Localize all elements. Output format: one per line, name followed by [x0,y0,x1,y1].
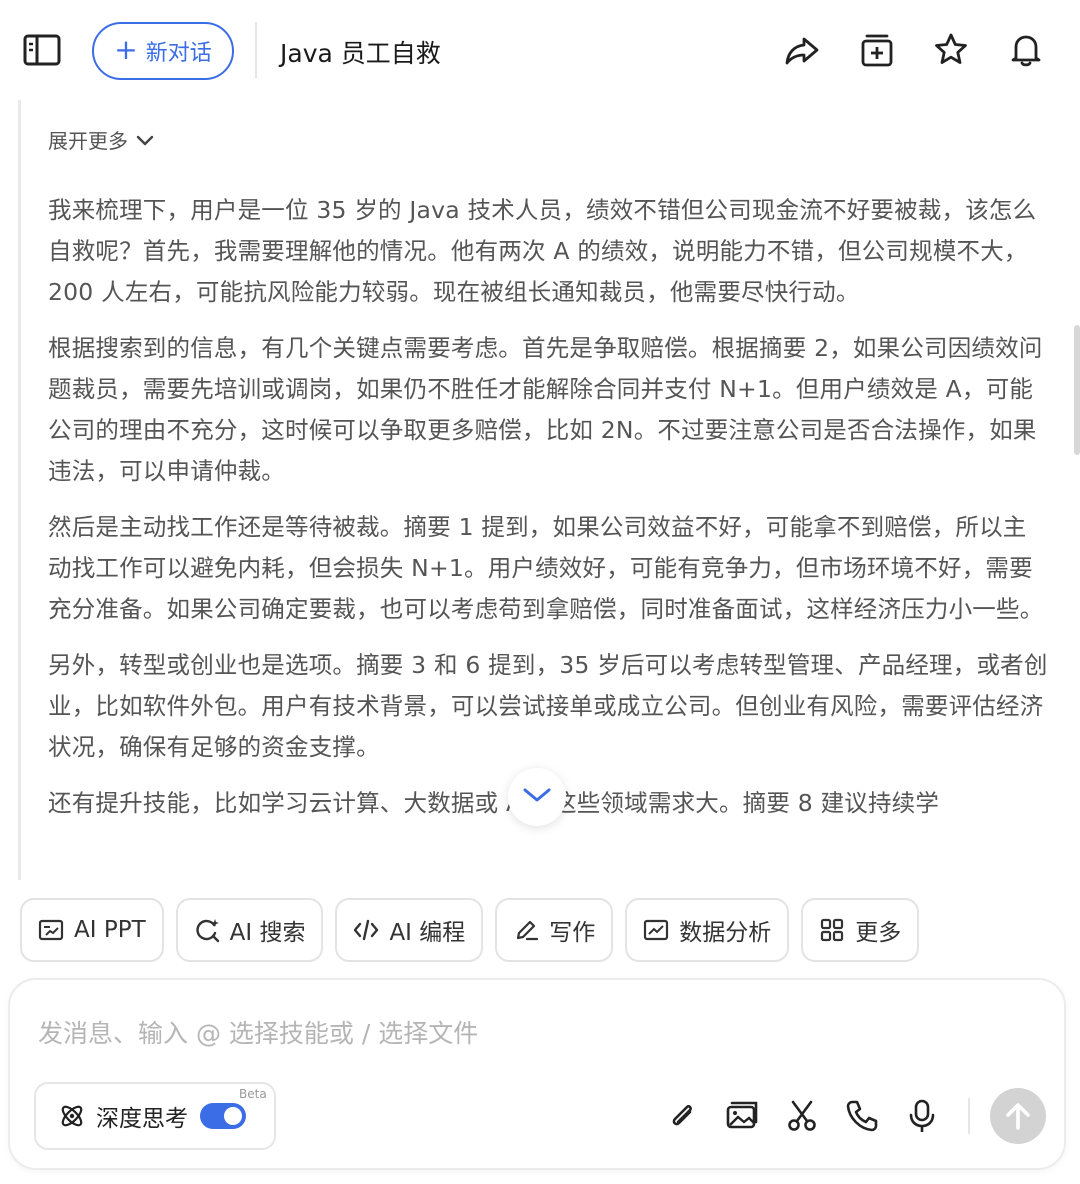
star-icon[interactable] [931,30,971,70]
skill-label: AI PPT [74,917,146,943]
scrollbar[interactable] [1074,325,1080,455]
phone-icon[interactable] [844,1098,880,1134]
skill-label: AI 搜索 [229,920,306,946]
add-to-collection-icon[interactable] [857,30,897,70]
code-icon [354,919,379,941]
message-input[interactable]: 发消息、输入 @ 选择技能或 / 选择文件 [38,1014,478,1050]
ppt-icon [38,919,64,941]
paragraph: 根据搜索到的信息，有几个关键点需要考虑。首先是争取赔偿。根据摘要 2，如果公司因… [48,334,1043,485]
skill-label: AI 编程 [389,920,466,946]
skill-bar: AI PPT AI 搜索 AI 编程 写作 数据分析 更多 [20,898,920,964]
toolbar-divider [968,1098,970,1134]
paragraph: 另外，转型或创业也是选项。摘要 3 和 6 提到，35 岁后可以考虑转型管理、产… [48,651,1048,761]
deep-think-toggle[interactable]: Beta 深度思考 [34,1082,276,1150]
skill-ai-search[interactable]: AI 搜索 [175,898,324,962]
pen-icon [517,920,539,941]
chevron-down-icon [136,128,154,152]
microphone-icon[interactable] [904,1098,940,1134]
header-divider [255,22,257,78]
chevron-down-icon [522,786,552,808]
share-icon[interactable] [782,30,822,70]
skill-more[interactable]: 更多 [801,898,920,962]
scissors-icon[interactable] [784,1098,820,1134]
paragraph: 我来梳理下，用户是一位 35 岁的 Java 技术人员，绩效不错但公司现金流不好… [48,196,1037,306]
chart-icon [644,919,669,941]
scroll-to-bottom-button[interactable] [508,768,566,826]
skill-ai-ppt[interactable]: AI PPT [20,898,164,962]
grid-icon [821,918,844,942]
message-composer: 发消息、输入 @ 选择技能或 / 选择文件 Beta 深度思考 [8,978,1066,1170]
send-button[interactable] [990,1088,1046,1144]
image-icon[interactable] [724,1098,760,1134]
skill-ai-coding[interactable]: AI 编程 [335,898,484,962]
atom-icon [61,1105,83,1127]
attach-icon[interactable] [664,1098,700,1134]
chat-title: Java 员工自救 [280,39,441,68]
skill-label: 更多 [855,920,902,946]
paragraph: 然后是主动找工作还是等待被裁。摘要 1 提到，如果公司效益不好，可能拿不到赔偿，… [48,513,1044,623]
search-icon [196,919,219,943]
reasoning-text: 我来梳理下，用户是一位 35 岁的 Java 技术人员，绩效不错但公司现金流不好… [48,190,1048,839]
expand-more-label: 展开更多 [48,129,128,153]
skill-data-analysis[interactable]: 数据分析 [625,898,790,962]
sidebar-toggle-icon[interactable] [22,32,62,68]
expand-more-button[interactable]: 展开更多 [48,125,154,154]
bell-icon[interactable] [1006,30,1046,70]
top-header: + 新对话 Java 员工自救 [0,0,1080,100]
reasoning-panel: 展开更多 我来梳理下，用户是一位 35 岁的 Java 技术人员，绩效不错但公司… [0,100,1080,880]
skill-label: 数据分析 [679,920,772,946]
deep-think-label: 深度思考 [96,1106,188,1132]
new-chat-label: 新对话 [145,41,212,66]
toggle-switch[interactable] [200,1103,246,1129]
quote-bar [18,100,21,880]
skill-writing[interactable]: 写作 [495,898,614,962]
new-chat-button[interactable]: + 新对话 [92,22,234,80]
skill-label: 写作 [549,920,596,946]
arrow-up-icon [1006,1103,1030,1130]
plus-icon: + [114,32,138,66]
beta-badge: Beta [236,1087,270,1101]
